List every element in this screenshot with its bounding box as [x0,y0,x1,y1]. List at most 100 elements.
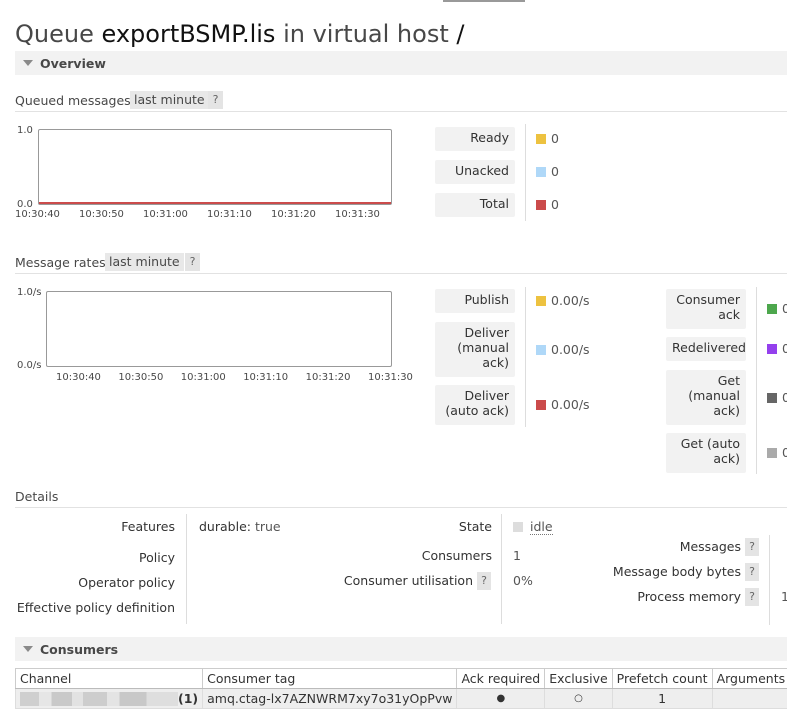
operator-policy-label: Operator policy [78,575,175,590]
legend-swatch-get-auto-ack- [767,448,777,458]
rates-x-tick: 10:30:50 [118,372,164,383]
details-title: Details [15,489,59,504]
redacted-channel-name [20,692,178,707]
message-rates-chart: 1.0/s 0.0/s 10:30:40 10:30:50 10:31:00 10:3… [0,282,430,392]
queued-messages-chart: 1.0 0.0 10:30:40 10:30:50 10:31:00 10:31:10… [0,120,430,230]
queued-y-tick-max: 1.0 [17,125,33,136]
queued-x-tick: 10:31:20 [271,209,316,220]
legend-toggle-unacked[interactable]: Unacked [435,160,515,184]
overview-section-toggle[interactable]: Overview [15,51,787,75]
process-memory-help-button[interactable]: ? [745,588,759,606]
legend-toggle-deliver-manual-ack-[interactable]: Deliver (manual ack) [435,322,515,377]
consumers-label: Consumers [421,548,492,563]
body-bytes-help-button[interactable]: ? [745,563,759,581]
col-ack-required: Ack required [456,668,546,689]
messages-help-button[interactable]: ? [745,538,759,556]
rates-x-tick: 10:31:20 [305,372,351,383]
legend-toggle-consumer-ack[interactable]: Consumer ack [666,289,746,329]
rates-x-tick: 10:31:10 [243,372,289,383]
rates-x-tick: 10:31:30 [368,372,413,383]
legend-value-get-manual-ack-: 0 [782,389,787,405]
col-prefetch-count: Prefetch count [611,668,713,689]
consumers-section-label: Consumers [40,642,119,657]
rates-x-tick: 10:30:40 [56,372,101,383]
collapse-triangle-icon [23,646,33,652]
collapse-triangle-icon [23,60,33,66]
rates-y-tick-max: 1.0/s [17,287,42,298]
title-prefix: Queue [15,20,94,48]
features-value: durable: true [199,519,281,534]
legend-value-redelivered: 0 [782,341,787,356]
details-col1-separator [186,514,187,624]
queued-x-tick: 10:30:50 [79,209,124,220]
ack-required-cell: ● [456,688,546,709]
rates-legend-separator-left [525,287,526,427]
rates-legend-separator-right [756,287,757,474]
consumer-utilisation-label: Consumer utilisation [343,573,473,588]
col-consumer-tag: Consumer tag [202,668,458,689]
legend-toggle-deliver-auto-ack-[interactable]: Deliver (auto ack) [435,385,515,425]
legend-toggle-total[interactable]: Total [435,193,515,217]
state-value: idle [513,519,553,535]
queued-messages-header: Queued messages last minute ? [15,91,787,112]
consumer-utilisation-value: 0% [513,573,533,588]
channel-cell[interactable]: (1) [14,688,204,709]
legend-toggle-publish[interactable]: Publish [435,289,515,313]
col-exclusive: Exclusive [544,668,613,689]
legend-toggle-redelivered[interactable]: Redelivered [666,337,746,361]
queued-plot-svg [39,202,391,204]
legend-value-publish: 0.00/s [551,293,590,308]
consumers-section-toggle[interactable]: Consumers [15,637,787,661]
legend-value-deliver-auto-ack-: 0.00/s [551,397,590,412]
queued-range-button[interactable]: last minute [130,91,209,109]
consumer-tag-cell: amq.ctag-lx7AZNWRM7xy7o31yOpPvw [202,688,458,709]
consumers-value: 1 [513,548,521,563]
legend-swatch-publish [536,296,546,306]
page-title: Queue exportBSMP.lis in virtual host / [15,20,464,48]
active-tab-indicator [443,0,525,2]
arguments-cell [711,688,787,709]
legend-swatch-deliver-manual-ack- [536,344,546,355]
state-label: State [458,519,492,534]
legend-swatch-ready [536,134,546,144]
queued-x-tick: 10:31:10 [207,209,252,220]
rates-plot-area [46,291,392,367]
consumer-utilisation-help-button[interactable]: ? [477,572,491,590]
queued-help-button[interactable]: ? [208,91,223,109]
features-key: durable: [199,519,251,534]
state-idle-icon [513,522,523,532]
legend-value-total: 0 [551,197,559,212]
legend-swatch-get-manual-ack- [767,392,777,403]
legend-toggle-ready[interactable]: Ready [435,127,515,151]
queued-legend-separator [525,124,526,221]
prefetch-count-cell: 1 [611,688,713,709]
queued-plot-area [38,129,392,205]
process-memory-label: Process memory [637,589,741,604]
legend-value-unacked: 0 [551,164,559,179]
queued-x-tick: 10:30:40 [15,209,60,220]
vhost-name: / [456,20,465,48]
rates-plot-svg [47,292,391,366]
consumers-table-header-row: Channel Consumer tag Ack required Exclus… [14,668,787,689]
legend-toggle-get-manual-ack-[interactable]: Get (manual ack) [666,370,746,425]
messages-label: Messages [679,539,741,554]
exclusive-cell: ○ [544,688,613,709]
legend-toggle-get-auto-ack-[interactable]: Get (auto ack) [666,433,746,473]
queued-x-tick: 10:31:00 [143,209,188,220]
table-row: (1) amq.ctag-lx7AZNWRM7xy7o31yOpPvw ● ○ … [14,688,787,709]
legend-value-consumer-ack: 0 [782,301,787,316]
rates-range-button[interactable]: last minute [105,253,184,271]
rates-x-tick: 10:31:00 [180,372,226,383]
title-mid: in virtual host [283,20,449,48]
col-channel: Channel [14,668,204,689]
col-arguments: Arguments [711,668,787,689]
rates-help-button[interactable]: ? [185,253,200,271]
details-col3-separator [769,535,770,625]
legend-swatch-consumer-ack [767,304,777,314]
legend-value-get-auto-ack-: 0 [782,445,787,460]
legend-swatch-redelivered [767,344,777,354]
message-rates-header: Message rates last minute ? [15,253,787,274]
top-nav-strip [0,0,787,3]
legend-swatch-deliver-auto-ack- [536,400,546,410]
details-col2-separator [501,514,502,624]
